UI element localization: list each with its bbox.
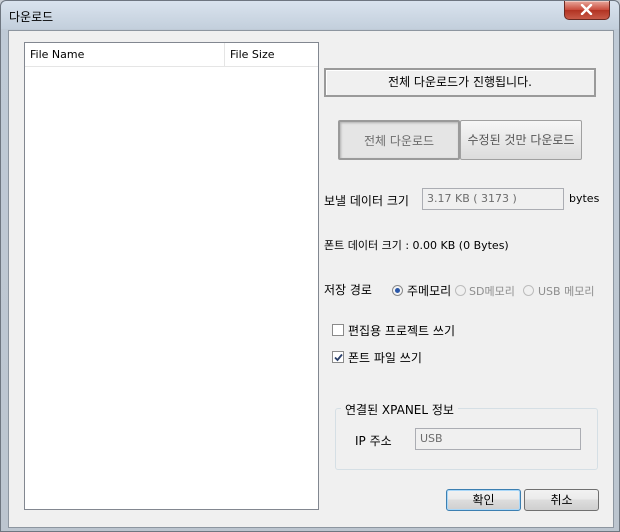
xpanel-info-group-label: 연결된 XPANEL 정보: [341, 401, 458, 418]
cancel-button[interactable]: 취소: [524, 489, 599, 511]
close-button[interactable]: [564, 1, 610, 20]
send-data-size-label: 보낼 데이터 크기: [324, 194, 409, 208]
radio-sd-memory[interactable]: [455, 285, 466, 296]
radio-usb-memory-label[interactable]: USB 메모리: [538, 283, 594, 299]
radio-main-memory-label[interactable]: 주메모리: [407, 282, 451, 299]
checkbox-write-edit-project[interactable]: [332, 324, 344, 336]
close-icon: [580, 4, 593, 15]
file-list-header: File Name File Size: [25, 43, 318, 67]
download-dialog: 다운로드 File Name File Size 전체 다운로드가 진행됩니다.…: [0, 0, 620, 532]
checkbox-write-font-file[interactable]: [332, 351, 344, 363]
column-header-file-size[interactable]: File Size: [225, 43, 318, 66]
ip-address-field[interactable]: USB: [415, 428, 581, 450]
modified-only-download-button[interactable]: 수정된 것만 다운로드: [460, 120, 582, 160]
checkmark-icon: [334, 353, 343, 362]
window-title: 다운로드: [9, 10, 54, 24]
checkbox-write-edit-project-label[interactable]: 편집용 프로젝트 쓰기: [348, 322, 455, 339]
ip-address-label: IP 주소: [355, 434, 392, 448]
status-message: 전체 다운로드가 진행됩니다.: [324, 68, 596, 97]
radio-sd-memory-label[interactable]: SD메모리: [469, 283, 515, 299]
radio-main-memory[interactable]: [392, 285, 403, 296]
file-list[interactable]: File Name File Size: [24, 42, 319, 510]
full-download-button[interactable]: 전체 다운로드: [338, 120, 460, 160]
storage-path-label: 저장 경로: [324, 283, 372, 297]
title-bar[interactable]: 다운로드: [1, 1, 619, 29]
dialog-client-area: File Name File Size 전체 다운로드가 진행됩니다. 전체 다…: [8, 30, 614, 528]
checkbox-write-font-file-label[interactable]: 폰트 파일 쓰기: [348, 349, 422, 366]
ok-button[interactable]: 확인: [446, 489, 521, 511]
column-header-file-name[interactable]: File Name: [25, 43, 225, 66]
radio-usb-memory[interactable]: [523, 285, 534, 296]
send-data-unit: bytes: [569, 192, 600, 205]
font-data-size-label: 폰트 데이터 크기 : 0.00 KB (0 Bytes): [324, 239, 509, 252]
send-data-size-field[interactable]: 3.17 KB ( 3173 ): [422, 188, 564, 210]
